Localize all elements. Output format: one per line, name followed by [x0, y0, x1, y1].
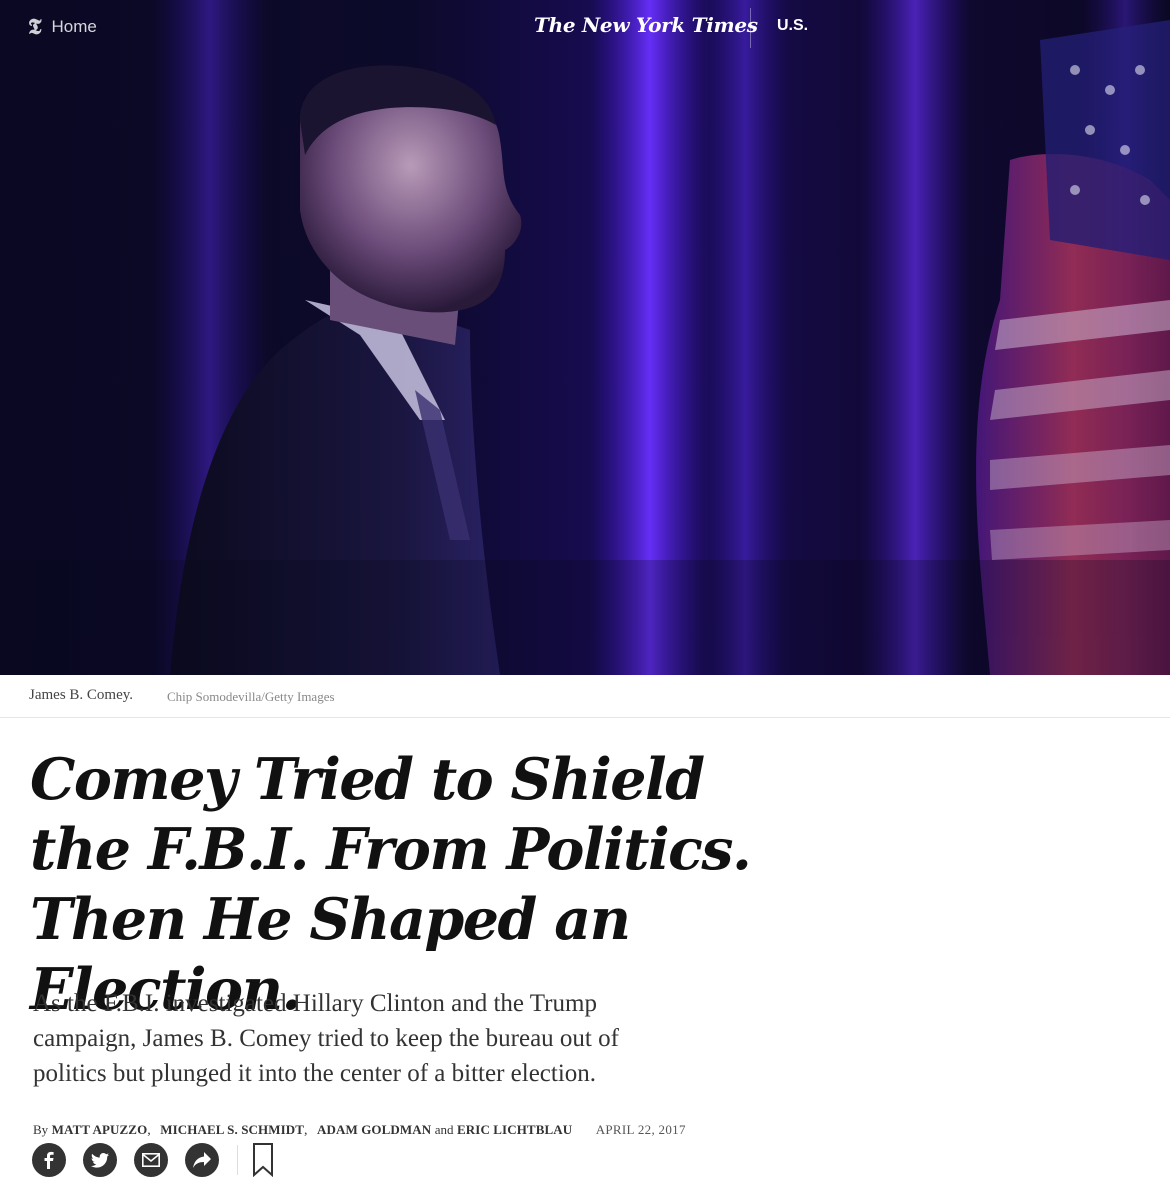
- byline-conjunction: and: [434, 1122, 454, 1137]
- top-bar: 𝕿 Home The New York Times U.S.: [0, 0, 1170, 56]
- twitter-icon: [91, 1152, 109, 1168]
- home-link[interactable]: 𝕿 Home: [28, 14, 97, 40]
- twitter-share-button[interactable]: [83, 1143, 117, 1177]
- facebook-share-button[interactable]: [32, 1143, 66, 1177]
- facebook-icon: [44, 1151, 54, 1169]
- author-link[interactable]: ADAM GOLDMAN: [317, 1122, 431, 1137]
- section-link-us[interactable]: U.S.: [777, 17, 808, 35]
- photo-credit: Chip Somodevilla/Getty Images: [167, 689, 335, 704]
- bookmark-icon: [253, 1143, 273, 1177]
- byline: By MATT APUZZO, MICHAEL S. SCHMIDT, ADAM…: [33, 1122, 686, 1138]
- nyt-masthead-logo[interactable]: The New York Times: [534, 13, 758, 43]
- hero-image: 𝕿 Home The New York Times U.S.: [0, 0, 1170, 675]
- email-share-button[interactable]: [134, 1143, 168, 1177]
- share-arrow-icon: [193, 1152, 211, 1168]
- image-caption: James B. Comey. Chip Somodevilla/Getty I…: [0, 675, 1170, 718]
- share-tools: [32, 1142, 274, 1178]
- nyt-t-logo-icon: 𝕿: [28, 14, 42, 39]
- byline-prefix: By: [33, 1122, 49, 1137]
- author-link[interactable]: MICHAEL S. SCHMIDT: [160, 1122, 304, 1137]
- article-summary: As the F.B.I. investigated Hillary Clint…: [33, 990, 619, 1087]
- save-article-button[interactable]: [252, 1143, 274, 1177]
- caption-text: James B. Comey.: [29, 687, 134, 703]
- article-headline: Comey Tried to Shield the F.B.I. From Po…: [30, 746, 752, 1023]
- author-link[interactable]: ERIC LICHTBLAU: [457, 1122, 572, 1137]
- share-divider: [237, 1145, 238, 1175]
- author-link[interactable]: MATT APUZZO: [52, 1122, 148, 1137]
- more-share-button[interactable]: [185, 1143, 219, 1177]
- email-icon: [142, 1153, 160, 1167]
- home-label: Home: [51, 17, 97, 36]
- hero-photo: [0, 0, 1170, 675]
- header-divider: [750, 8, 751, 48]
- publish-date: APRIL 22, 2017: [595, 1122, 686, 1137]
